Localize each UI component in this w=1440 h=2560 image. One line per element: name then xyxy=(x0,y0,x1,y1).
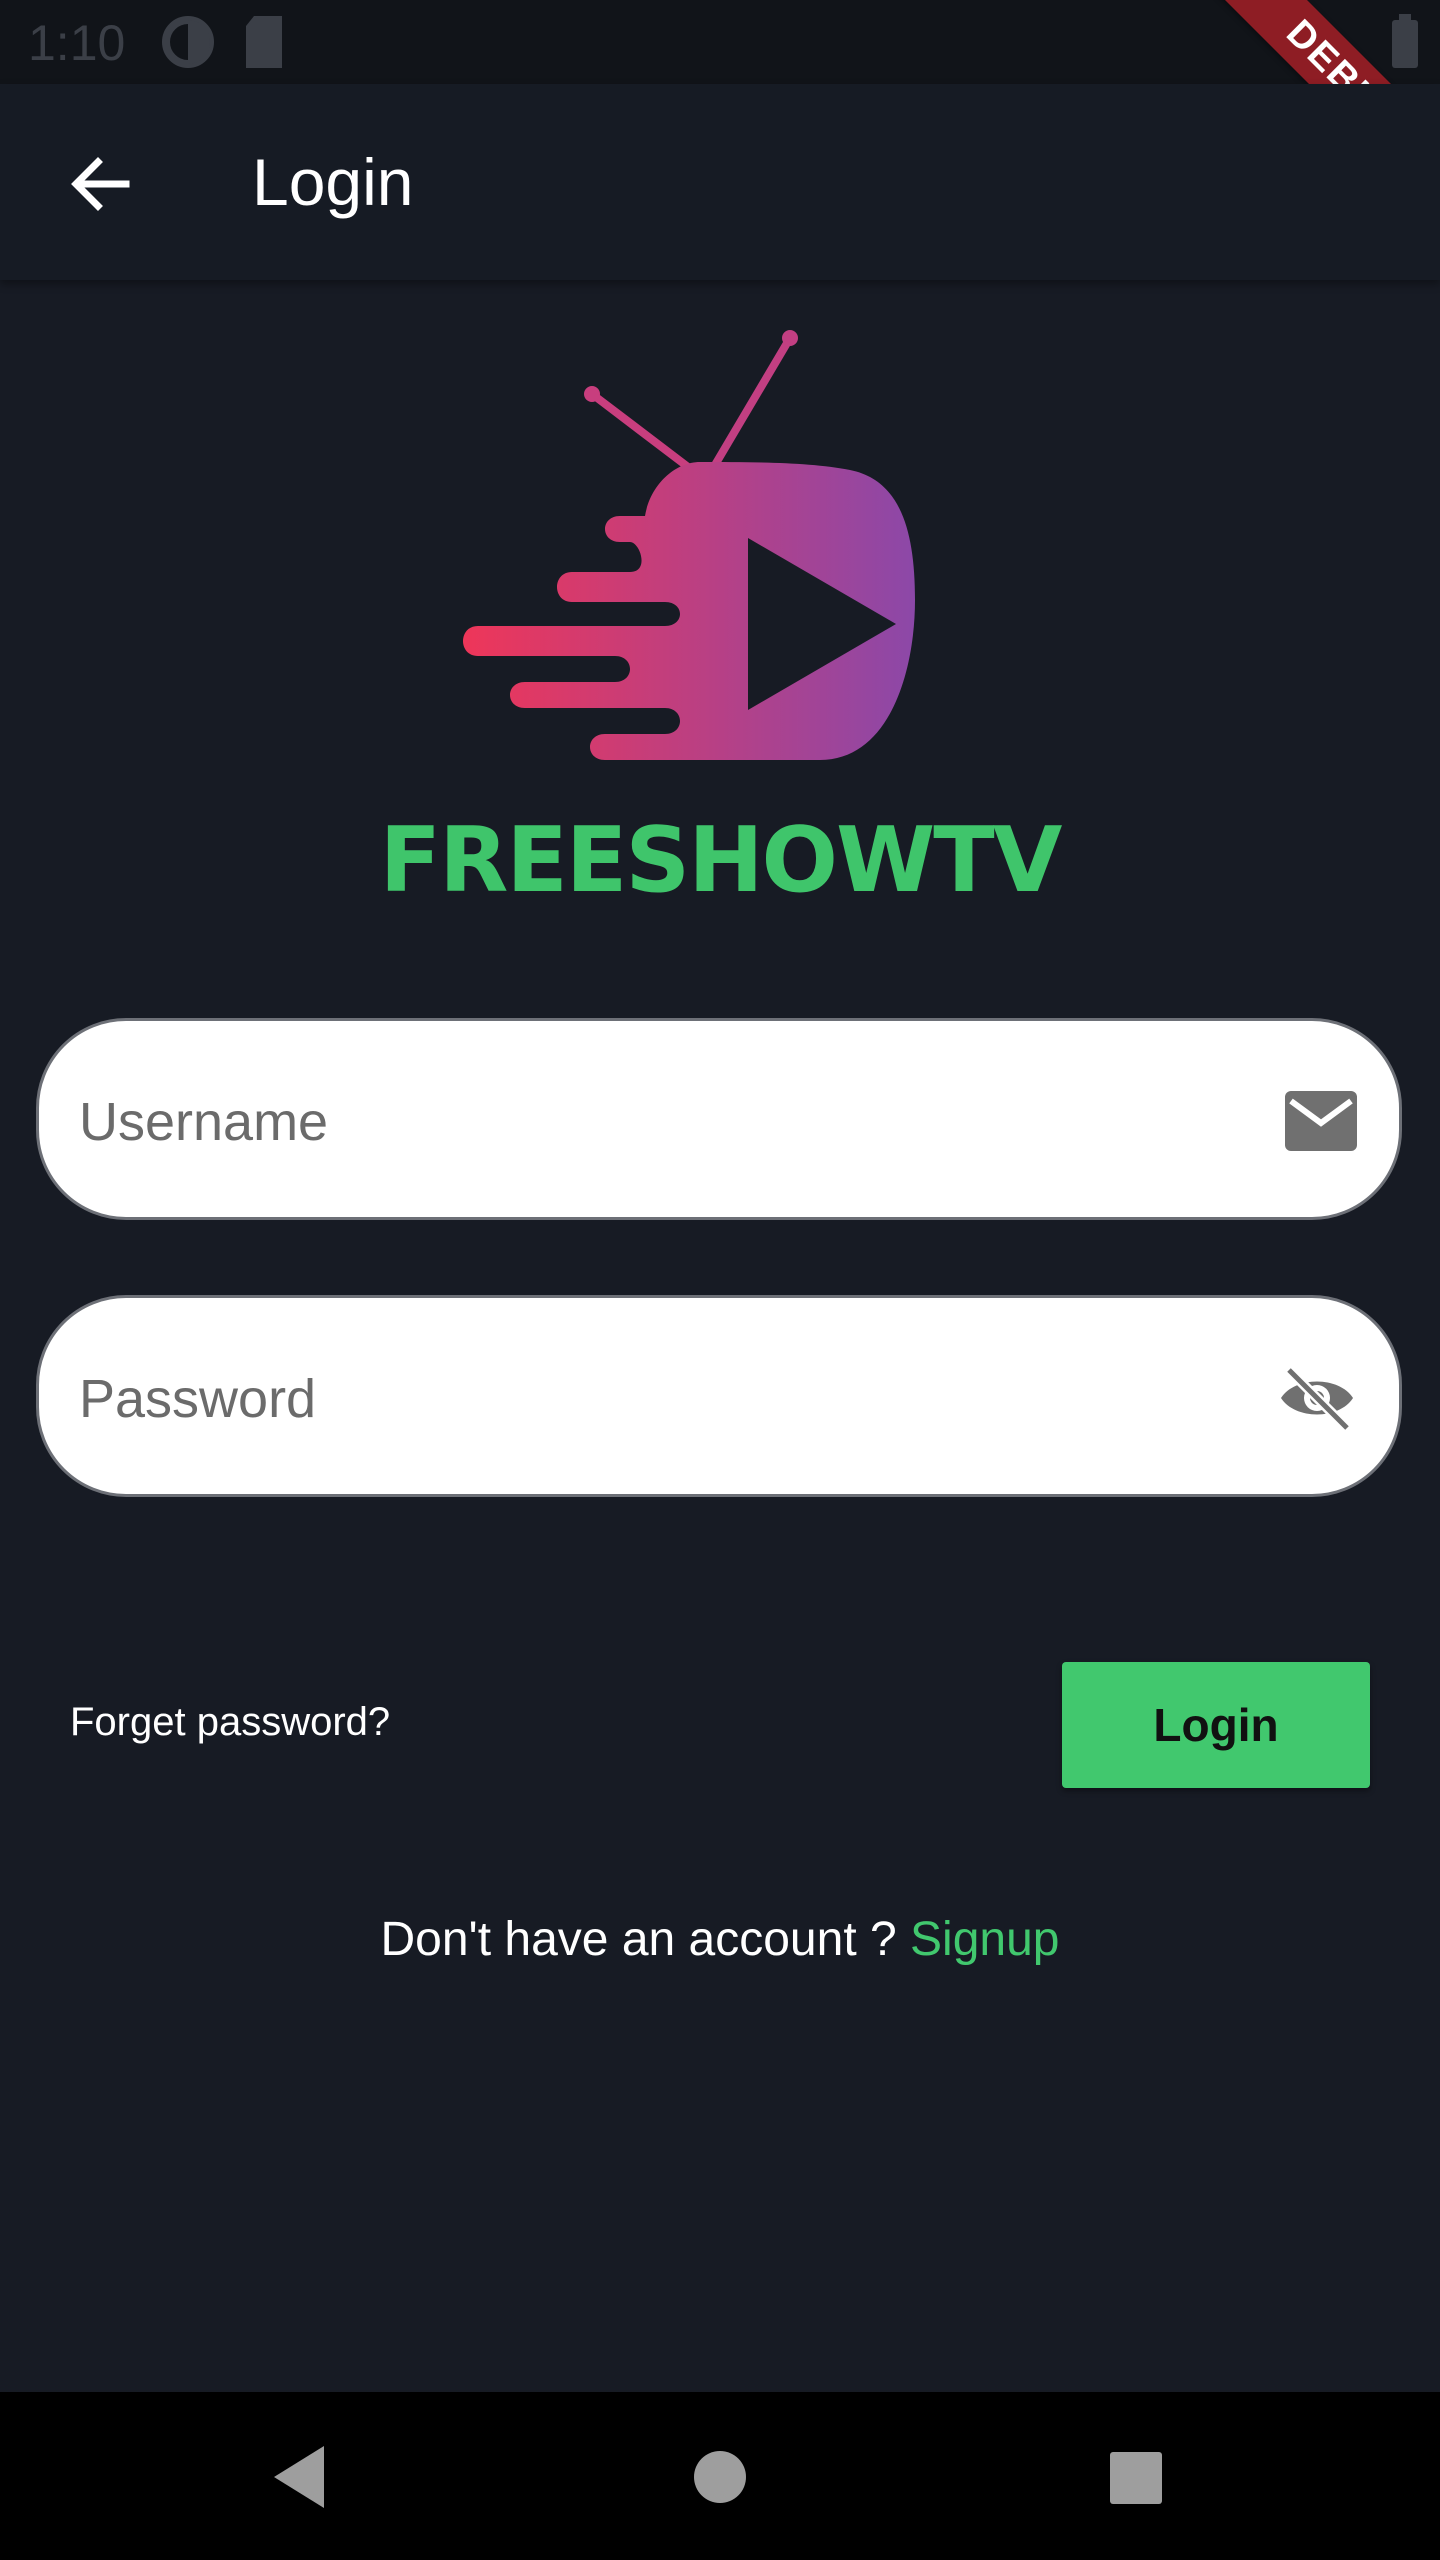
back-triangle-icon[interactable] xyxy=(256,2432,346,2522)
login-button[interactable]: Login xyxy=(1062,1662,1370,1788)
status-time: 1:10 xyxy=(28,15,126,71)
back-button[interactable] xyxy=(50,134,150,234)
system-nav-bar xyxy=(0,2392,1440,2560)
username-field[interactable] xyxy=(36,1018,1402,1220)
username-input[interactable] xyxy=(77,1061,1261,1183)
data-saver-icon xyxy=(162,16,214,68)
battery-icon xyxy=(1392,14,1418,68)
signup-row: Don't have an account ? Signup xyxy=(0,1912,1440,1967)
home-circle-icon[interactable] xyxy=(675,2432,765,2522)
password-input[interactable] xyxy=(77,1338,1261,1460)
recents-square-icon[interactable] xyxy=(1090,2432,1180,2522)
eye-off-icon[interactable] xyxy=(1277,1366,1357,1430)
arrow-left-icon xyxy=(71,157,130,211)
app-bar: Login xyxy=(0,84,1440,280)
freeshowtv-logo-icon xyxy=(463,330,915,760)
forgot-password-link[interactable]: Forget password? xyxy=(70,1700,390,1745)
status-bar: 1:10 xyxy=(0,0,1440,84)
brand-name: FREESHOWTV xyxy=(379,808,1063,913)
signup-prompt: Don't have an account ? xyxy=(380,1913,911,1966)
password-field[interactable] xyxy=(36,1295,1402,1497)
page-title: Login xyxy=(252,145,414,219)
signup-link[interactable]: Signup xyxy=(910,1913,1059,1966)
mail-icon xyxy=(1285,1091,1357,1151)
sd-card-icon xyxy=(246,16,282,68)
